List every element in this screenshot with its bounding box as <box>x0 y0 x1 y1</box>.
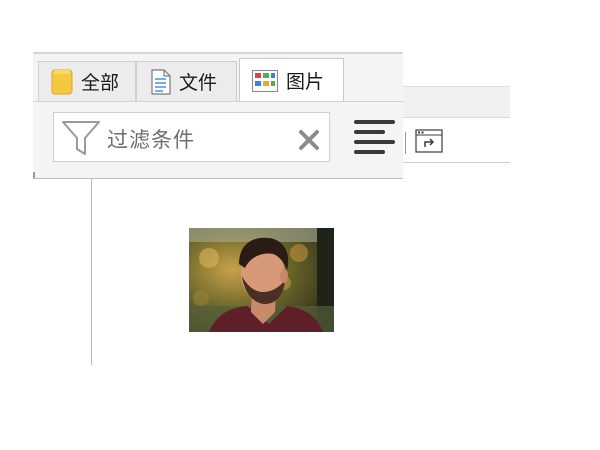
photo-thumbnail[interactable] <box>189 228 334 332</box>
tree-guide-line <box>91 178 92 365</box>
right-divider <box>403 162 510 163</box>
right-header-band <box>403 86 510 118</box>
file-browser-panel: 全部 文件 图片 过滤条件 <box>33 52 403 179</box>
tab-divider <box>33 101 403 102</box>
filter-input[interactable]: 过滤条件 <box>53 112 330 162</box>
toolbar-separator <box>405 132 406 154</box>
panel-edge-mark <box>33 172 35 178</box>
tab-all-label: 全部 <box>81 72 120 94</box>
align-left-icon[interactable] <box>353 116 397 164</box>
tab-images[interactable]: 图片 <box>239 58 344 102</box>
tab-all[interactable]: 全部 <box>38 61 136 101</box>
tab-bar: 全部 文件 图片 <box>33 54 403 102</box>
clear-icon[interactable] <box>298 129 320 155</box>
open-window-icon[interactable] <box>415 129 443 157</box>
tab-files-label: 文件 <box>179 72 218 94</box>
document-icon <box>151 68 171 95</box>
image-grid-icon <box>252 69 278 92</box>
tab-images-label: 图片 <box>286 71 325 93</box>
filter-placeholder: 过滤条件 <box>107 128 195 152</box>
funnel-icon <box>60 118 102 162</box>
folder-icon <box>51 68 73 96</box>
tab-files[interactable]: 文件 <box>136 61 237 101</box>
